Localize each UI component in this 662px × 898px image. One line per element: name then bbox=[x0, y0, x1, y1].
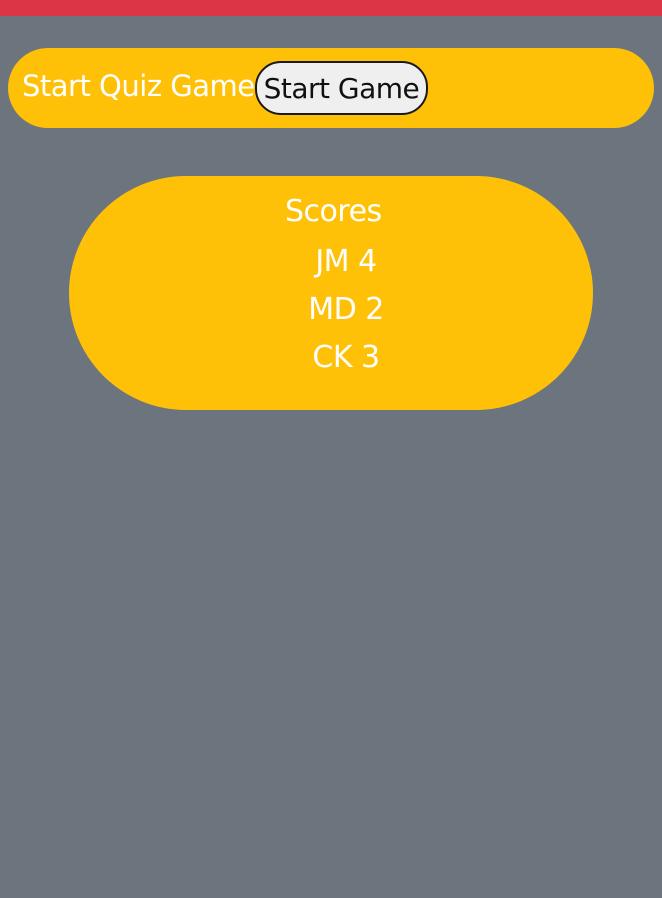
top-bar bbox=[0, 0, 662, 16]
start-quiz-title: Start Quiz Game bbox=[22, 69, 255, 103]
scores-title: Scores bbox=[285, 194, 382, 229]
score-list: JM 4 MD 2 CK 3 bbox=[69, 242, 623, 386]
start-panel: Start Quiz Game Start Game bbox=[8, 48, 654, 128]
score-item: CK 3 bbox=[312, 340, 380, 375]
score-item: JM 4 bbox=[315, 244, 377, 279]
start-game-button[interactable]: Start Game bbox=[254, 61, 429, 115]
scores-panel: Scores JM 4 MD 2 CK 3 bbox=[69, 176, 593, 410]
score-item: MD 2 bbox=[308, 292, 384, 327]
